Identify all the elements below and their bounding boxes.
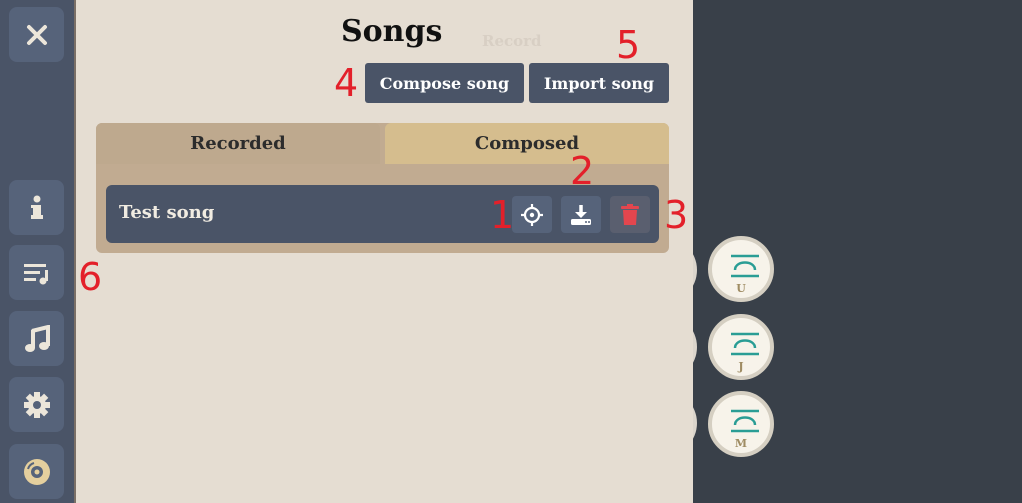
note-key-label: M	[734, 437, 748, 450]
songs-panel: Songs Record Compose song Import song Re…	[76, 0, 693, 503]
gear-icon	[23, 391, 50, 418]
song-name[interactable]: Test song	[119, 202, 214, 223]
info-icon	[30, 195, 43, 219]
theme-button[interactable]	[9, 444, 64, 499]
note-key-label: U	[736, 282, 746, 295]
tab-recorded[interactable]: Recorded	[96, 123, 380, 164]
song-list-icon	[23, 263, 48, 284]
import-song-button[interactable]: Import song	[529, 63, 669, 103]
songs-menu-button[interactable]	[9, 245, 64, 300]
annotation-4: 4	[334, 61, 359, 105]
note-symbol-icon	[731, 409, 759, 433]
close-icon	[26, 24, 47, 45]
note-symbol-icon	[731, 254, 759, 278]
note-key-label: J	[738, 360, 744, 373]
disc-icon	[23, 458, 50, 485]
practice-button[interactable]	[512, 196, 552, 233]
close-button[interactable]	[9, 7, 64, 62]
delete-button[interactable]	[610, 196, 650, 233]
compose-song-button[interactable]: Compose song	[365, 63, 524, 103]
download-button[interactable]	[561, 196, 601, 233]
annotation-2: 2	[570, 149, 595, 193]
annotation-5: 5	[616, 23, 641, 67]
info-button[interactable]	[9, 180, 64, 235]
tab-composed[interactable]: Composed	[385, 123, 669, 164]
note-key-u[interactable]: U	[708, 236, 774, 302]
annotation-1: 1	[490, 193, 515, 237]
note-key-j[interactable]: J	[708, 314, 774, 380]
song-row[interactable]: Test song	[106, 185, 659, 243]
music-note-icon	[24, 324, 50, 352]
note-key-m[interactable]: M	[708, 391, 774, 457]
trash-icon	[621, 203, 639, 225]
annotation-3: 3	[664, 193, 689, 237]
sidebar	[0, 0, 76, 503]
annotation-6: 6	[78, 255, 103, 299]
download-icon	[571, 204, 591, 225]
settings-button[interactable]	[9, 377, 64, 432]
music-button[interactable]	[9, 311, 64, 366]
note-symbol-icon	[731, 332, 759, 356]
record-label: Record	[482, 32, 542, 50]
crosshair-icon	[521, 203, 543, 226]
page-title: Songs	[341, 14, 443, 49]
